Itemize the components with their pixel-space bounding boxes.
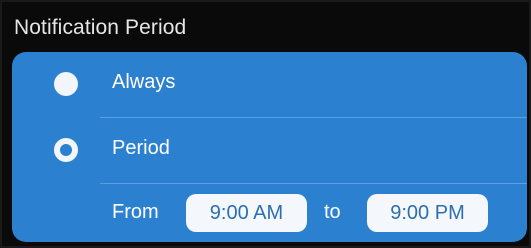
to-label: to [324,201,341,223]
radio-always[interactable] [54,72,78,96]
radio-period[interactable] [54,138,78,162]
from-label: From [112,201,159,223]
option-period-row[interactable]: Period [12,118,527,182]
option-period-label[interactable]: Period [112,137,170,160]
period-range-row: From 9:00 AM to 9:00 PM [12,184,527,242]
section-title: Notification Period [14,16,187,39]
section-header: Notification Period [2,2,531,54]
option-always-label[interactable]: Always [112,71,175,94]
notification-period-panel: Notification Period Always Period From 9… [0,0,531,248]
options-card: Always Period From 9:00 AM to 9:00 PM [12,52,527,242]
end-time-button[interactable]: 9:00 PM [367,194,488,232]
option-always-row[interactable]: Always [12,52,527,116]
start-time-button[interactable]: 9:00 AM [186,194,307,232]
